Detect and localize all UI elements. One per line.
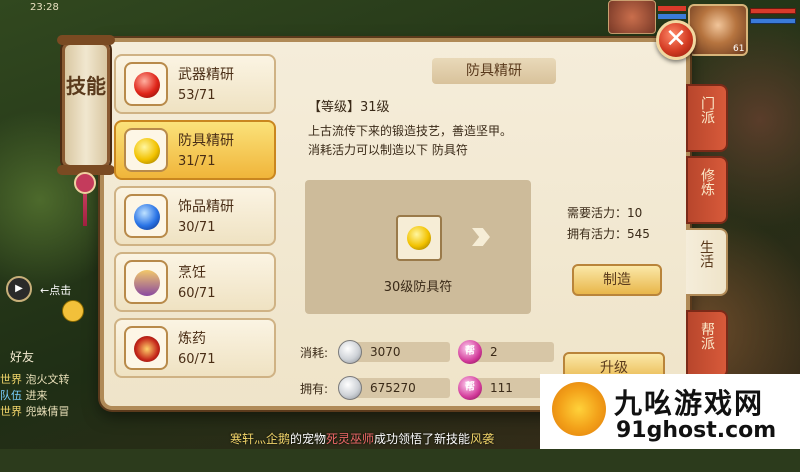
alchemy-furnace-icon: [124, 326, 168, 370]
skill-name: 烹饪: [178, 265, 206, 281]
close-button[interactable]: ✕: [656, 20, 696, 60]
craft-item-name: 30级防具符: [383, 280, 453, 295]
player-level: 61: [733, 44, 745, 54]
play-icon[interactable]: ▶: [6, 276, 32, 302]
owned-vitality: 拥有活力：545: [567, 227, 650, 241]
skill-level: 30/71: [178, 220, 216, 235]
skill-level: 60/71: [178, 352, 216, 367]
guild-contribution-icon: 帮: [458, 340, 482, 364]
player-mp-bar: [750, 18, 796, 24]
chat-line: 队伍 进来: [0, 389, 48, 402]
pet-mp-bar: [658, 14, 686, 19]
skill-description: 上古流传下来的锻造技艺，善造坚甲。 消耗活力可以制造以下 防具符: [308, 124, 513, 157]
skill-name: 饰品精研: [178, 199, 234, 215]
close-icon: ✕: [665, 24, 687, 54]
tab-sect[interactable]: 门派: [686, 84, 728, 152]
scroll-tab-label: 技能: [66, 74, 106, 98]
pet-portrait[interactable]: [608, 0, 656, 34]
skill-name: 防具精研: [178, 133, 234, 149]
chat-line: 世界 兜蛛倩冒: [0, 405, 70, 418]
watermark-logo: [552, 382, 606, 436]
chat-line: 世界 泡火文转: [0, 373, 70, 386]
make-button[interactable]: 制造: [572, 264, 662, 296]
system-broadcast: 寒轩灬企鹅的宠物死灵巫师成功领悟了新技能风袭: [230, 432, 495, 446]
cooking-pot-icon: [124, 260, 168, 304]
silver-coin-icon: [338, 340, 362, 364]
armor-charm-item-slot[interactable]: [396, 215, 442, 261]
skills-scroll-tab[interactable]: 技能: [57, 35, 115, 175]
skill-list: 武器精研 53/71 防具精研 31/71 饰品精研 30/71 烹饪 60/7…: [114, 54, 280, 384]
own-label: 拥有:: [300, 382, 329, 396]
detail-title: 防具精研: [432, 58, 556, 84]
required-vitality: 需要活力：10: [567, 206, 643, 220]
skill-name: 武器精研: [178, 67, 234, 83]
tab-guild[interactable]: 帮派: [686, 310, 728, 378]
armor-skill-icon: [124, 128, 168, 172]
weapon-skill-icon: [124, 62, 168, 106]
guild-contribution-icon: 帮: [458, 376, 482, 400]
skill-item-alchemy[interactable]: 炼药 60/71: [114, 318, 276, 378]
tab-life[interactable]: 生活: [686, 228, 728, 296]
chat-panel[interactable]: 世界 泡火文转 队伍 进来 世界 兜蛛倩冒: [0, 372, 110, 472]
armor-charm-icon: [407, 226, 431, 250]
skill-item-armor[interactable]: 防具精研 31/71: [114, 120, 276, 180]
tab-cultivation[interactable]: 修炼: [686, 156, 728, 224]
accessory-skill-icon: [124, 194, 168, 238]
cost-label: 消耗:: [300, 346, 329, 360]
emoji-icon[interactable]: [62, 300, 84, 322]
skill-level: 53/71: [178, 88, 216, 103]
skill-item-weapon[interactable]: 武器精研 53/71: [114, 54, 276, 114]
skill-level-line: 【等级】31级: [308, 100, 390, 115]
pet-hp-bar: [658, 6, 686, 11]
tassel-ornament: [74, 172, 98, 232]
silver-coin-icon: [338, 376, 362, 400]
skill-item-accessory[interactable]: 饰品精研 30/71: [114, 186, 276, 246]
click-hint: ←点击: [40, 284, 72, 297]
watermark-site-name: 九吆游戏网: [614, 387, 765, 420]
skill-level: 60/71: [178, 286, 216, 301]
clock: 23:28: [30, 2, 59, 13]
friends-label[interactable]: 好友: [10, 348, 34, 365]
skill-name: 炼药: [178, 331, 206, 347]
scroll-knob-top: [57, 35, 115, 45]
skill-item-cooking[interactable]: 烹饪 60/71: [114, 252, 276, 312]
watermark-url: 91ghost.com: [616, 418, 777, 443]
skill-level: 31/71: [178, 154, 216, 169]
player-hp-bar: [750, 8, 796, 14]
